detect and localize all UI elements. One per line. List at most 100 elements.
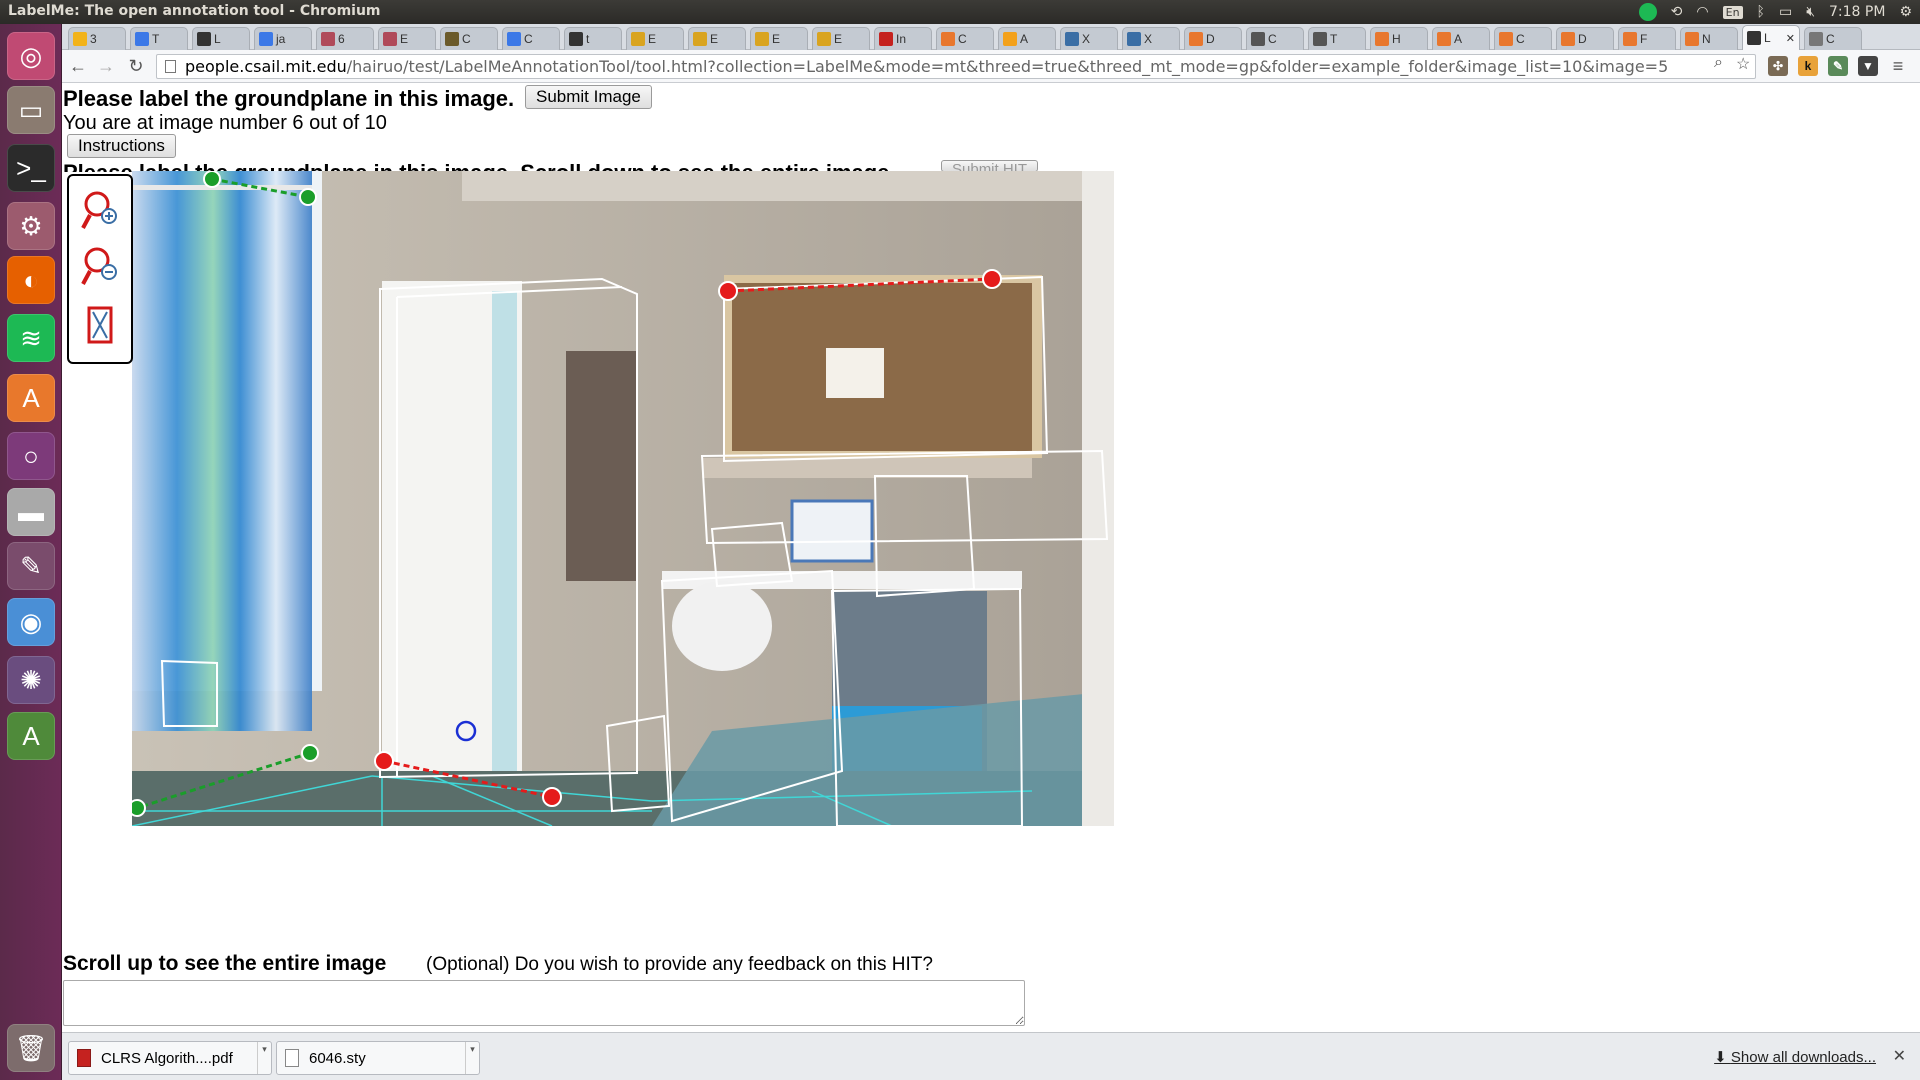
browser-tab[interactable]: E — [750, 27, 808, 50]
browser-tab[interactable]: E — [688, 27, 746, 50]
editor-icon[interactable]: ✎ — [7, 542, 55, 590]
browser-tab[interactable]: C — [936, 27, 994, 50]
page-info-icon[interactable] — [165, 60, 176, 73]
tab-favicon-icon — [383, 32, 397, 46]
tab-favicon-icon — [879, 32, 893, 46]
address-bar[interactable]: people.csail.mit.edu/hairuo/test/LabelMe… — [156, 54, 1756, 79]
update-manager-icon[interactable]: A — [7, 712, 55, 760]
browser-tab[interactable]: A — [998, 27, 1056, 50]
wifi-icon[interactable]: ◠ — [1696, 4, 1708, 20]
browser-tab[interactable]: 6 — [316, 27, 374, 50]
browser-tab[interactable]: N — [1680, 27, 1738, 50]
download-menu-chevron-icon[interactable]: ▾ — [257, 1042, 271, 1074]
fit-image-icon[interactable] — [81, 304, 121, 348]
browser-tab[interactable]: D — [1556, 27, 1614, 50]
tab-label: E — [710, 32, 719, 46]
tab-favicon-icon — [755, 32, 769, 46]
tab-label: In — [896, 32, 907, 46]
shotwell-icon[interactable]: ✺ — [7, 656, 55, 704]
close-download-bar-icon[interactable]: ✕ — [1893, 1046, 1906, 1066]
trash-icon[interactable]: 🗑 — [7, 1024, 55, 1072]
browser-tab[interactable]: C — [1804, 27, 1862, 50]
session-gear-icon[interactable]: ⚙ — [1899, 4, 1912, 20]
show-all-downloads-link[interactable]: ⬇ Show all downloads... — [1714, 1048, 1876, 1066]
zoom-in-icon[interactable] — [81, 188, 121, 232]
annotation-canvas[interactable] — [132, 171, 1114, 826]
download-menu-chevron-icon[interactable]: ▾ — [465, 1042, 479, 1074]
unity-lens-icon[interactable]: ○ — [7, 432, 55, 480]
zoom-page-icon[interactable]: ⌕ — [1714, 54, 1723, 72]
zoom-out-icon[interactable] — [81, 244, 121, 288]
spotify-tray-icon[interactable] — [1638, 3, 1657, 21]
browser-tab[interactable]: C — [440, 27, 498, 50]
clock[interactable]: 7:18 PM — [1829, 4, 1885, 20]
extension-puzzle-icon[interactable]: ✣ — [1768, 56, 1788, 76]
browser-tab[interactable]: F — [1618, 27, 1676, 50]
system-settings-icon[interactable]: ⚙ — [7, 202, 55, 250]
browser-tab[interactable]: L — [192, 27, 250, 50]
instructions-button[interactable]: Instructions — [67, 134, 176, 158]
url-host: people.csail.mit.edu — [185, 57, 347, 76]
reload-button-icon[interactable]: ↻ — [124, 54, 148, 78]
browser-tab[interactable]: E — [812, 27, 870, 50]
page-title: Please label the groundplane in this ima… — [63, 86, 515, 111]
download-item-sty[interactable]: 6046.sty ▾ — [276, 1041, 480, 1075]
tab-favicon-icon — [1561, 32, 1575, 46]
tab-label: C — [1268, 32, 1277, 46]
tab-favicon-icon — [321, 32, 335, 46]
bookmark-star-icon[interactable]: ☆ — [1736, 54, 1750, 74]
pocket-extension-icon[interactable]: ▼ — [1858, 56, 1878, 76]
feedback-textarea[interactable] — [63, 980, 1025, 1026]
browser-tab[interactable]: In — [874, 27, 932, 50]
browser-toolbar: ← → ↻ people.csail.mit.edu/hairuo/test/L… — [62, 50, 1920, 83]
tab-favicon-icon — [1623, 32, 1637, 46]
browser-tab[interactable]: T — [1308, 27, 1366, 50]
browser-tab[interactable]: 3 — [68, 27, 126, 50]
bluetooth-icon[interactable]: ᛒ — [1757, 4, 1765, 20]
software-center-icon[interactable]: A — [7, 374, 55, 422]
tab-favicon-icon — [445, 32, 459, 46]
tab-label: X — [1082, 32, 1091, 46]
extension-k-icon[interactable]: k — [1798, 56, 1818, 76]
tab-label: A — [1454, 32, 1463, 46]
browser-tab[interactable]: A — [1432, 27, 1490, 50]
sync-icon[interactable]: ⟲ — [1671, 4, 1683, 20]
mirror-glass — [492, 291, 517, 791]
disk-icon[interactable]: ▬ — [7, 488, 55, 536]
browser-tab[interactable]: E — [378, 27, 436, 50]
tab-label: L — [1764, 31, 1771, 45]
spotify-icon[interactable]: ≋ — [7, 314, 55, 362]
tab-label: L — [214, 32, 221, 46]
back-button-icon[interactable]: ← — [66, 54, 90, 78]
download-item-pdf[interactable]: CLRS Algorith....pdf ▾ — [68, 1041, 272, 1075]
browser-tab[interactable]: D — [1184, 27, 1242, 50]
submit-image-button[interactable]: Submit Image — [525, 85, 652, 109]
browser-tab[interactable]: H — [1370, 27, 1428, 50]
keyboard-layout-indicator[interactable]: En — [1722, 5, 1743, 19]
browser-tab[interactable]: C — [1494, 27, 1552, 50]
tab-close-icon[interactable]: ✕ — [1786, 32, 1795, 45]
menu-hamburger-icon[interactable]: ≡ — [1888, 56, 1908, 76]
browser-tab[interactable]: T — [130, 27, 188, 50]
battery-icon[interactable]: ▭ — [1779, 4, 1792, 20]
browser-tab[interactable]: E — [626, 27, 684, 50]
browser-tab[interactable]: C — [1246, 27, 1304, 50]
download-filename: 6046.sty — [309, 1049, 366, 1067]
chromium-icon[interactable]: ◉ — [7, 598, 55, 646]
files-icon[interactable]: ▭ — [7, 86, 55, 134]
terminal-icon[interactable]: >_ — [7, 144, 55, 192]
tab-active[interactable]: L ✕ — [1742, 25, 1800, 50]
browser-tab[interactable]: X — [1060, 27, 1118, 50]
browser-tab[interactable]: t — [564, 27, 622, 50]
browser-tab[interactable]: ja — [254, 27, 312, 50]
ubuntu-dash-icon[interactable]: ◎ — [7, 32, 55, 80]
forward-button-icon[interactable]: → — [94, 54, 118, 78]
extension-pen-icon[interactable]: ✎ — [1828, 56, 1848, 76]
volume-muted-icon[interactable]: 🔇︎ — [1806, 4, 1815, 20]
tab-label: E — [772, 32, 781, 46]
browser-tab[interactable]: C — [502, 27, 560, 50]
browser-tab[interactable]: X — [1122, 27, 1180, 50]
firefox-icon[interactable]: ◐ — [7, 256, 55, 304]
tab-label: C — [958, 32, 967, 46]
tab-label: ja — [276, 32, 286, 46]
